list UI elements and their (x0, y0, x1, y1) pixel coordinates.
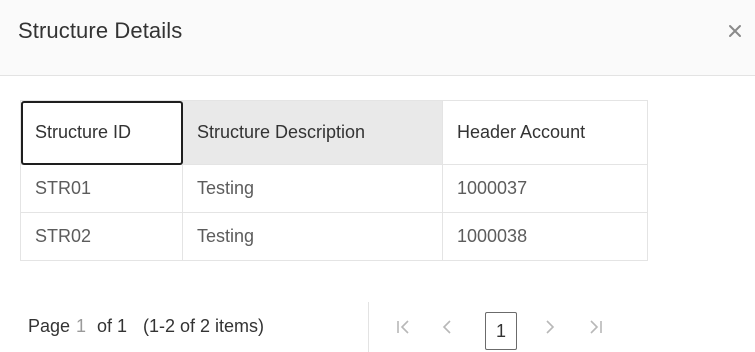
column-header-structure-description[interactable]: Structure Description (182, 100, 443, 165)
item-range: (1-2 of 2 items) (143, 316, 265, 336)
next-page-button[interactable] (539, 314, 561, 340)
close-icon (729, 25, 741, 37)
last-page-icon (590, 320, 602, 334)
next-page-icon (546, 320, 555, 334)
column-header-structure-id[interactable]: Structure ID (20, 100, 183, 165)
last-page-button[interactable] (585, 314, 607, 340)
cell-structure-id: STR02 (20, 212, 183, 261)
cell-structure-description: Testing (182, 212, 443, 261)
cell-header-account: 1000038 (442, 212, 648, 261)
pager-divider (368, 302, 369, 352)
column-header-header-account[interactable]: Header Account (442, 100, 648, 165)
cell-header-account: 1000037 (442, 164, 648, 213)
page-number-input[interactable]: 1 (76, 316, 86, 337)
first-page-icon (397, 320, 409, 334)
previous-page-icon (442, 320, 451, 334)
table-row[interactable]: STR02 Testing 1000038 (20, 212, 648, 261)
structure-details-dialog: Structure Details Structure ID Structure… (0, 0, 755, 352)
previous-page-button[interactable] (436, 314, 458, 340)
page-label: Page (28, 316, 71, 336)
table-row[interactable]: STR01 Testing 1000037 (20, 164, 648, 213)
close-button[interactable] (723, 19, 747, 43)
structure-table: Structure ID Structure Description Heade… (20, 100, 648, 261)
cell-structure-id: STR01 (20, 164, 183, 213)
current-page-button[interactable]: 1 (485, 312, 517, 350)
cell-structure-description: Testing (182, 164, 443, 213)
pagination-bar: Page 1 of 1 (1-2 of 2 items) 1 (20, 300, 740, 352)
dialog-title: Structure Details (18, 18, 183, 43)
page-total: of 1 (97, 316, 128, 336)
dialog-header: Structure Details (0, 0, 755, 76)
table-header-row: Structure ID Structure Description Heade… (20, 100, 648, 165)
first-page-button[interactable] (392, 314, 414, 340)
